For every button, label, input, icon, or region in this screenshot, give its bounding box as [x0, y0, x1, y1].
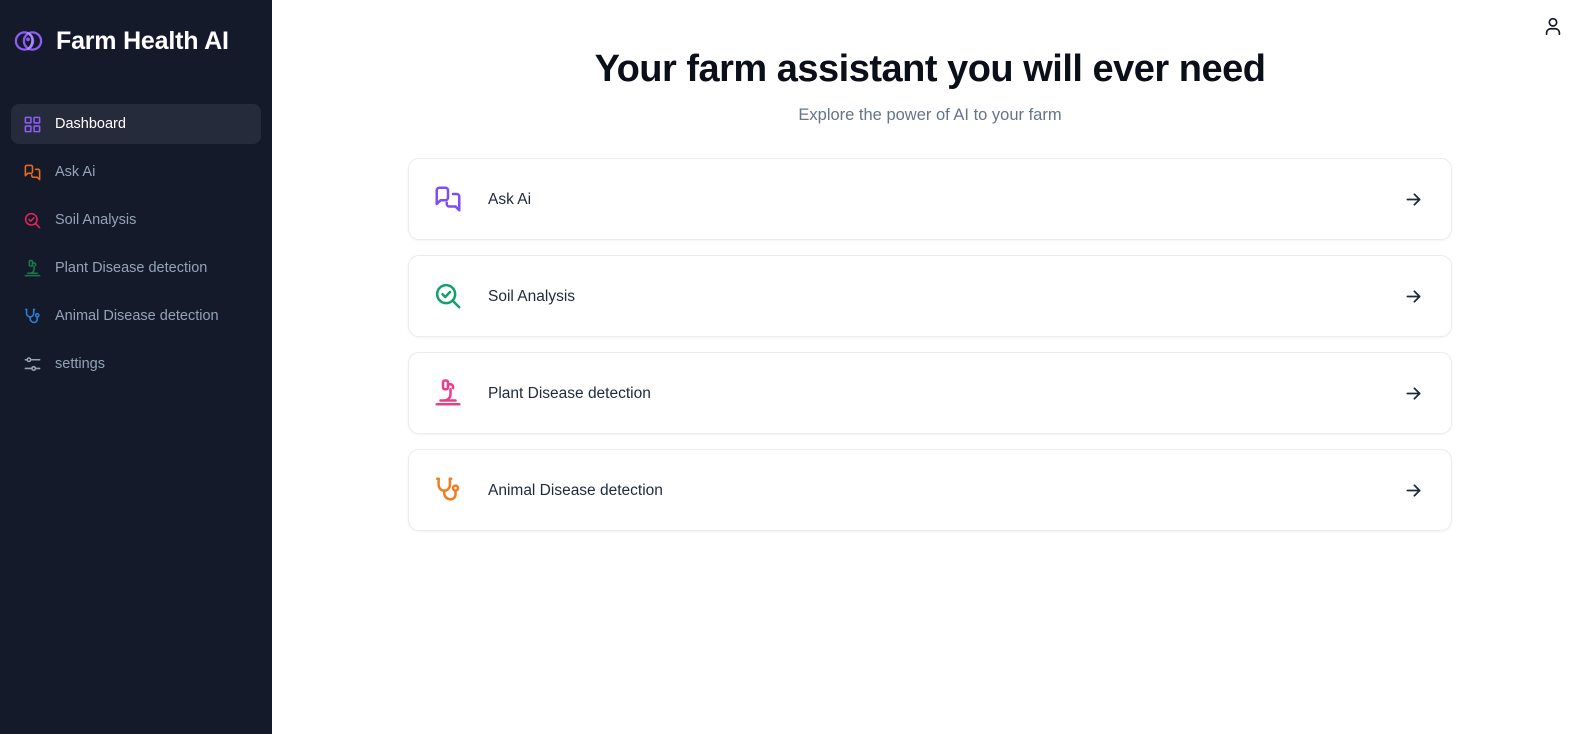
sidebar-item-label: Soil Analysis [55, 211, 137, 228]
sidebar-item-settings[interactable]: settings [11, 344, 261, 384]
page-subtitle: Explore the power of AI to your farm [798, 105, 1062, 124]
topbar [272, 0, 1588, 52]
feature-card-list: Ask Ai Soil Analysis Plant Disease detec… [408, 158, 1452, 532]
search-check-icon [23, 211, 42, 230]
feature-card-soil-analysis[interactable]: Soil Analysis [408, 255, 1452, 338]
feature-card-ask-ai[interactable]: Ask Ai [408, 158, 1452, 241]
feature-card-animal-disease-detection[interactable]: Animal Disease detection [408, 449, 1452, 532]
stethoscope-icon [23, 307, 42, 326]
message-square-icon [433, 184, 463, 214]
hero-section: Your farm assistant you will ever need E… [272, 48, 1588, 125]
sidebar-item-dashboard[interactable]: Dashboard [11, 104, 261, 144]
feature-card-plant-disease-detection[interactable]: Plant Disease detection [408, 352, 1452, 435]
feature-card-label: Plant Disease detection [488, 384, 651, 402]
sidebar-item-label: Animal Disease detection [55, 307, 219, 324]
arrow-right-icon[interactable] [1403, 189, 1424, 210]
arrow-right-icon[interactable] [1403, 286, 1424, 307]
feature-card-label: Animal Disease detection [488, 481, 663, 499]
sidebar-nav: Dashboard Ask Ai Soil Analysis Plant Dis… [0, 104, 272, 384]
stethoscope-icon [433, 475, 463, 505]
arrow-right-icon[interactable] [1403, 480, 1424, 501]
sidebar-item-ask-ai[interactable]: Ask Ai [11, 152, 261, 192]
sidebar-item-soil-analysis[interactable]: Soil Analysis [11, 200, 261, 240]
brand: Farm Health AI [0, 0, 272, 68]
sidebar-item-plant-disease-detection[interactable]: Plant Disease detection [11, 248, 261, 288]
sidebar-item-label: Ask Ai [55, 163, 96, 180]
message-square-icon [23, 163, 42, 182]
feature-card-label: Ask Ai [488, 190, 532, 208]
sidebar-item-label: Dashboard [55, 115, 126, 132]
farm-health-logo-icon [12, 25, 44, 57]
sidebar-item-label: settings [55, 355, 105, 372]
brand-title: Farm Health AI [56, 26, 229, 55]
app-root: Farm Health AI Dashboard Ask Ai Soil Ana… [0, 0, 1588, 734]
page-title: Your farm assistant you will ever need [594, 48, 1266, 90]
microscope-icon [433, 378, 463, 408]
microscope-icon [23, 259, 42, 278]
main-content: Your farm assistant you will ever need E… [272, 0, 1588, 734]
arrow-right-icon[interactable] [1403, 383, 1424, 404]
layout-grid-icon [23, 115, 42, 134]
feature-card-label: Soil Analysis [488, 287, 576, 305]
user-account-icon[interactable] [1542, 15, 1564, 37]
sidebar-item-animal-disease-detection[interactable]: Animal Disease detection [11, 296, 261, 336]
search-check-icon [433, 281, 463, 311]
sidebar-item-label: Plant Disease detection [55, 259, 208, 276]
settings-sliders-icon [23, 355, 42, 374]
sidebar: Farm Health AI Dashboard Ask Ai Soil Ana… [0, 0, 272, 734]
